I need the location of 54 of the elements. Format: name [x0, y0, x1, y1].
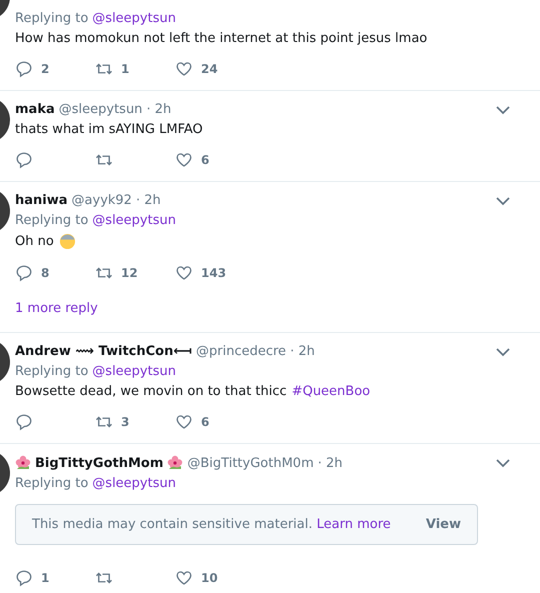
reply-count: 8 [41, 266, 50, 280]
heart-icon[interactable] [175, 569, 193, 587]
caret-icon[interactable] [496, 458, 510, 468]
heart-icon[interactable] [175, 264, 193, 282]
reply-icon[interactable] [15, 151, 33, 169]
reply-icon[interactable] [15, 60, 33, 78]
author-name[interactable]: maka [15, 102, 55, 117]
hashtag-link[interactable]: #QueenBoo [292, 384, 370, 399]
like-count: 6 [201, 153, 210, 167]
author-handle[interactable]: @BigTittyGothM0m [187, 456, 314, 470]
heart-icon[interactable] [175, 413, 193, 431]
tweet-text: Bowsette dead, we movin on to that thicc [15, 384, 287, 399]
reply-count: 1 [41, 571, 50, 585]
like-count: 24 [201, 62, 218, 76]
retweet-count: 1 [121, 62, 130, 76]
author-name[interactable]: Andrew ⟿ TwitchCon⟻ [15, 344, 192, 359]
replying-label: Replying to [15, 213, 88, 228]
caret-icon[interactable] [496, 104, 510, 114]
tweet-text: thats what im sAYING LMFAO [15, 122, 203, 137]
retweet-count: 3 [121, 415, 130, 429]
author-name[interactable]: BigTittyGothMom [35, 456, 164, 470]
reply-icon[interactable] [15, 413, 33, 431]
heart-icon[interactable] [175, 60, 193, 78]
author-handle[interactable]: @sleepytsun [58, 102, 142, 117]
tweet-text: Oh no [15, 234, 54, 249]
learn-more-link[interactable]: Learn more [316, 517, 391, 532]
view-button[interactable]: View [426, 517, 461, 532]
reply-icon[interactable] [15, 264, 33, 282]
tweet-time[interactable]: · 2h [318, 456, 343, 470]
heart-icon[interactable] [175, 151, 193, 169]
mention-link[interactable]: @sleepytsun [92, 476, 176, 491]
tweet-time[interactable]: · 2h [136, 193, 161, 208]
replying-label: Replying to [15, 364, 88, 379]
caret-icon[interactable] [496, 346, 510, 356]
notice-text: This media may contain sensitive material. [32, 517, 312, 532]
reply-count: 2 [41, 62, 50, 76]
mention-link[interactable]: @sleepytsun [92, 213, 176, 228]
like-count: 10 [201, 571, 218, 585]
author-name[interactable]: haniwa [15, 193, 68, 208]
mention-link[interactable]: @sleepytsun [92, 11, 176, 26]
mention-link[interactable]: @sleepytsun [92, 364, 176, 379]
replying-label: Replying to [15, 11, 88, 26]
tweet-time[interactable]: · 2h [290, 344, 315, 359]
caret-icon[interactable] [496, 196, 510, 206]
author-handle[interactable]: @princedecre [196, 344, 286, 359]
reply-icon[interactable] [15, 569, 33, 587]
tweet-text: How has momokun not left the internet at this point jesus lmao [15, 31, 428, 46]
replying-label: Replying to [15, 476, 88, 491]
like-count: 6 [201, 415, 210, 429]
tweet-time[interactable]: · 2h [146, 102, 172, 117]
retweet-count: 12 [121, 266, 138, 280]
more-replies-link[interactable]: 1 more reply [15, 301, 98, 316]
author-handle[interactable]: @ayyk92 [72, 193, 132, 208]
like-count: 143 [201, 266, 226, 280]
